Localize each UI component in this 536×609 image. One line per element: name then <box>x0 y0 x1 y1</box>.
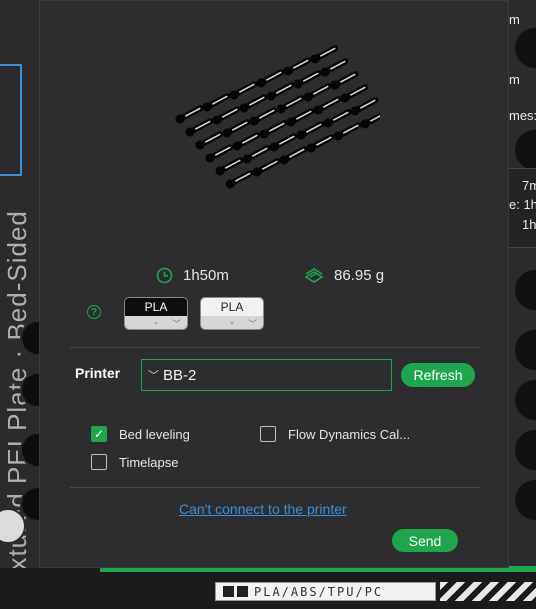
filament-name: PLA <box>201 298 263 316</box>
divider <box>70 347 480 348</box>
divider <box>70 487 480 488</box>
refresh-button[interactable]: Refresh <box>401 363 475 387</box>
plate-object <box>225 170 254 189</box>
plate-object <box>323 109 352 128</box>
filament-weight-icon <box>304 267 324 283</box>
plate-object <box>286 108 315 127</box>
plate-object <box>350 97 379 116</box>
plate-object <box>266 82 295 101</box>
plate-object <box>229 81 258 100</box>
plate-object <box>333 122 362 141</box>
plate-object <box>340 84 369 103</box>
ams-slot-selector[interactable]: - ﹀ <box>201 316 263 329</box>
plate-object <box>252 158 281 177</box>
timelapse-checkbox[interactable] <box>91 454 107 470</box>
sidebar-text: m <box>509 72 520 87</box>
plate-object <box>330 71 359 90</box>
plate-object <box>195 131 224 150</box>
sidebar-text: 1h <box>522 217 536 232</box>
plate-object <box>515 430 536 470</box>
timelapse-label: Timelapse <box>119 454 179 470</box>
plate-object <box>232 132 261 151</box>
flow-calibration-checkbox[interactable] <box>260 426 276 442</box>
ams-slot-value: - <box>230 318 234 329</box>
plate-object <box>276 95 305 114</box>
plate-object <box>515 380 536 420</box>
bed-leveling-checkbox[interactable]: ✓ <box>91 426 107 442</box>
timelapse-option[interactable]: Timelapse <box>91 454 178 470</box>
filament-slot-2[interactable]: PLA - ﹀ <box>200 297 264 330</box>
selection-outline <box>0 64 22 176</box>
filament-name: PLA <box>125 298 187 316</box>
plate-object <box>205 144 234 163</box>
filament-weight-stat: 86.95 g <box>304 267 384 284</box>
bed-leveling-label: Bed leveling <box>119 426 190 442</box>
background-build-plate: Textured PEI Plate · Bed-Sided <box>0 0 40 609</box>
chevron-down-icon: ﹀ <box>148 370 159 382</box>
material-label: PLA/ABS/TPU/PC <box>254 584 384 599</box>
plate-object <box>259 120 288 139</box>
send-print-dialog: 1h50m 86.95 g ? PLA - ﹀ PLA - ﹀ Printer … <box>39 0 509 568</box>
plate-object <box>303 83 332 102</box>
plate-object <box>515 480 536 520</box>
help-icon[interactable]: ? <box>87 305 101 319</box>
chevron-down-icon: ﹀ <box>247 319 257 329</box>
plate-object <box>249 107 278 126</box>
plate-object <box>212 106 241 125</box>
plate-object <box>515 28 536 68</box>
sidebar-text: mes: <box>509 108 536 123</box>
cant-connect-link[interactable]: Can't connect to the printer <box>179 501 347 517</box>
brand-logo-icon <box>216 583 254 600</box>
print-time-stat: 1h50m <box>156 267 229 284</box>
plate-object <box>185 118 214 137</box>
filament-weight-value: 86.95 g <box>334 267 385 284</box>
sidebar-text: m <box>509 12 520 27</box>
printer-select[interactable]: ﹀ BB-2 <box>141 359 392 391</box>
plate-object <box>242 145 271 164</box>
plate-object <box>515 130 536 170</box>
print-stats: 1h50m 86.95 g <box>40 267 510 287</box>
plate-thumbnail <box>175 45 380 189</box>
hatch-pattern <box>440 582 536 601</box>
app-window: Textured PEI Plate · Bed-Sided m m mes: … <box>0 0 536 609</box>
plate-object <box>515 270 536 310</box>
bed-leveling-option[interactable]: ✓ Bed leveling <box>91 426 190 442</box>
plate-object <box>175 105 204 124</box>
chevron-down-icon: ﹀ <box>171 319 181 329</box>
background-sidebar: m m mes: 7m e: 1h 1h <box>509 0 536 609</box>
plate-object <box>293 70 322 89</box>
flow-calibration-option[interactable]: Flow Dynamics Cal... <box>260 426 410 442</box>
plate-object <box>239 94 268 113</box>
send-button[interactable]: Send <box>392 529 458 552</box>
checkmark-icon: ✓ <box>93 427 105 441</box>
filament-slot-1[interactable]: PLA - ﹀ <box>124 297 188 330</box>
plate-object <box>320 58 349 77</box>
plate-object <box>360 110 380 129</box>
plate-object <box>515 330 536 370</box>
plate-object <box>202 93 231 112</box>
printer-label: Printer <box>75 365 121 381</box>
plate-object <box>256 69 285 88</box>
material-label-strip: PLA/ABS/TPU/PC <box>215 582 436 601</box>
plate-object <box>222 119 251 138</box>
plate-object <box>269 133 298 152</box>
clock-icon <box>156 267 173 284</box>
plate-object <box>306 134 335 153</box>
plate-object <box>296 121 325 140</box>
plate-object <box>313 96 342 115</box>
printer-selected-value: BB-2 <box>163 366 197 384</box>
ams-slot-selector[interactable]: - ﹀ <box>125 316 187 329</box>
plate-object <box>215 157 244 176</box>
plate-object <box>279 146 308 165</box>
sidebar-text: 7m <box>522 178 536 193</box>
plate-object <box>310 45 339 64</box>
flow-calibration-label: Flow Dynamics Cal... <box>288 426 411 442</box>
plate-object <box>283 57 312 76</box>
sidebar-text: e: 1h <box>509 197 536 212</box>
ams-slot-value: - <box>154 318 158 329</box>
print-time-value: 1h50m <box>183 267 229 284</box>
